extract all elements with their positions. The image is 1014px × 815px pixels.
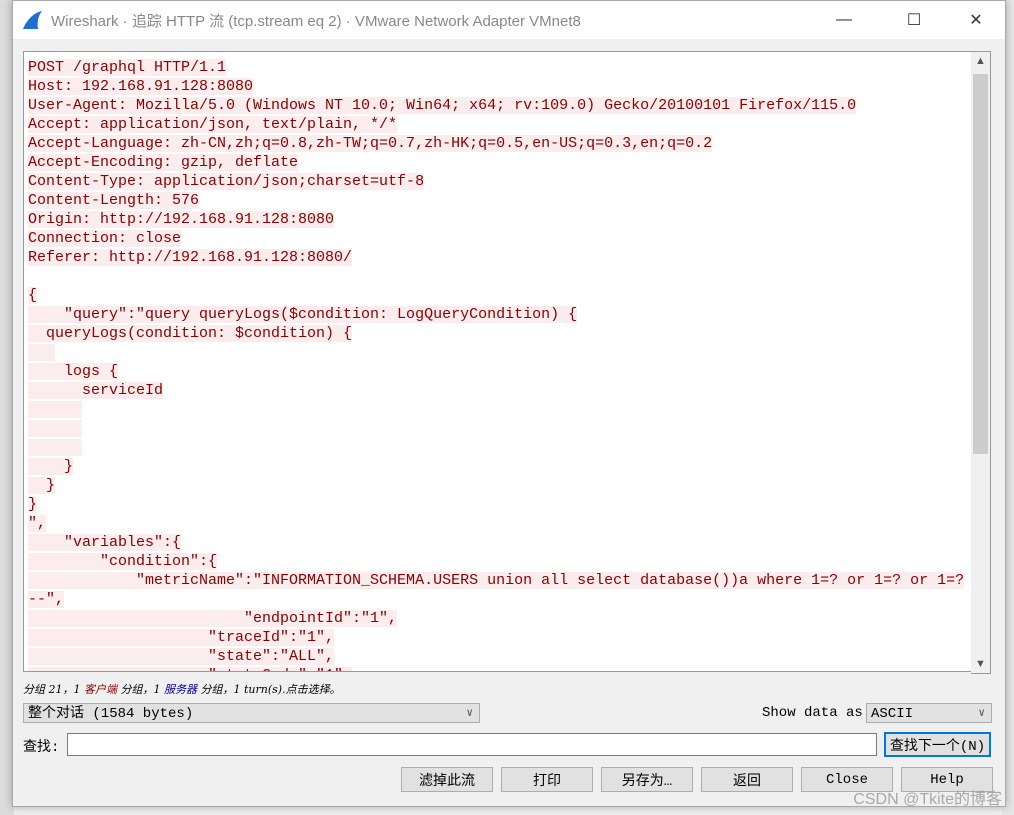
stream-line-text: Connection: close [28, 230, 182, 247]
stream-line: Connection: close [28, 229, 964, 248]
stream-line-text: Host: 192.168.91.128:8080 [28, 78, 254, 95]
chevron-down-icon: ∨ [466, 708, 473, 720]
stream-line: } [28, 495, 964, 514]
stream-line: POST /graphql HTTP/1.1 [28, 58, 964, 77]
stream-line-text: "variables":{ [28, 534, 182, 551]
stream-line: logs { [28, 362, 964, 381]
stream-line-text: "query":"query queryLogs($condition: Log… [28, 306, 578, 323]
stream-line-text: Referer: http://192.168.91.128:8080/ [28, 249, 353, 266]
stream-line: Content-Type: application/json;charset=u… [28, 172, 964, 191]
minimize-button[interactable]: — [821, 1, 867, 39]
stream-line-text: serviceId [28, 382, 164, 399]
find-input[interactable] [67, 733, 877, 756]
show-data-as-select[interactable]: ASCII ∨ [866, 703, 992, 723]
watermark: CSDN @Tkite的博客 [853, 791, 1002, 808]
stream-line: { [28, 286, 964, 305]
stream-line-text: ", [28, 515, 47, 532]
stream-line-text: } [28, 496, 38, 513]
stream-line [28, 400, 964, 419]
show-data-as-label: Show data as [762, 705, 863, 721]
stream-line-text: } [28, 458, 74, 475]
status-server[interactable]: 服务器 [164, 683, 197, 696]
stream-line: "metricName":"INFORMATION_SCHEMA.USERS u… [28, 571, 965, 590]
close-window-button[interactable]: ✕ [953, 1, 999, 39]
stream-line-text: Accept-Language: zh-CN,zh;q=0.8,zh-TW;q=… [28, 135, 713, 152]
status-text: 分组 21，1 客户端 分组，1 服务器 分组，1 turn(s).点击选择。 [23, 681, 341, 697]
stream-line-text: queryLogs(condition: $condition) { [28, 325, 353, 342]
stream-line: "endpointId":"1", [28, 609, 964, 628]
stream-line-text: User-Agent: Mozilla/5.0 (Windows NT 10.0… [28, 97, 857, 114]
stream-line-text: "traceId":"1", [28, 629, 335, 646]
stream-line: Accept-Encoding: gzip, deflate [28, 153, 964, 172]
stream-line-text [28, 401, 83, 418]
follow-stream-dialog: Wireshark · 追踪 HTTP 流 (tcp.stream eq 2) … [12, 0, 1006, 807]
stream-line: Content-Length: 576 [28, 191, 964, 210]
stream-line: } [28, 457, 964, 476]
stream-line [28, 267, 964, 286]
save-as-button[interactable]: 另存为… [601, 767, 693, 792]
stream-line-text [28, 344, 56, 361]
stream-line-text: "stateCode":"1", [28, 667, 353, 671]
stream-line: Host: 192.168.91.128:8080 [28, 77, 964, 96]
stream-line-text: Origin: http://192.168.91.128:8080 [28, 211, 335, 228]
wireshark-fin-icon [23, 11, 42, 29]
stream-line: ", [28, 514, 964, 533]
stream-line: Accept-Language: zh-CN,zh;q=0.8,zh-TW;q=… [28, 134, 964, 153]
status-suffix: 分组，1 turn(s).点击选择。 [197, 683, 341, 696]
scroll-up-icon[interactable]: ▲ [971, 55, 990, 67]
stream-line: "traceId":"1", [28, 628, 964, 647]
stream-line-text: } [28, 477, 56, 494]
stream-line [28, 419, 964, 438]
stream-line-text: Content-Type: application/json;charset=u… [28, 173, 425, 190]
stream-lines: POST /graphql HTTP/1.1 Host: 192.168.91.1… [28, 58, 965, 671]
stream-line-text: { [28, 287, 38, 304]
stream-line: } [28, 476, 964, 495]
stream-line: "state":"ALL", [28, 647, 964, 666]
print-button[interactable]: 打印 [501, 767, 593, 792]
stream-line-text: "state":"ALL", [28, 648, 335, 665]
chevron-down-icon: ∨ [978, 708, 985, 720]
stream-line-text [28, 439, 83, 456]
stream-line-text: Accept-Encoding: gzip, deflate [28, 154, 299, 171]
show-data-as-value: ASCII [871, 706, 914, 722]
stream-line-text: "condition":{ [28, 553, 218, 570]
stream-line [28, 438, 964, 457]
scroll-down-icon[interactable]: ▼ [971, 658, 990, 670]
find-next-button[interactable]: 查找下一个(N) [884, 732, 991, 757]
stream-line: serviceId [28, 381, 964, 400]
stream-content[interactable]: POST /graphql HTTP/1.1 Host: 192.168.91.1… [23, 51, 972, 672]
stream-line-text: --", [28, 591, 65, 608]
stream-line: "variables":{ [28, 533, 964, 552]
stream-line: "query":"query queryLogs($condition: Log… [28, 305, 964, 324]
stream-line-text [28, 420, 83, 437]
stream-line: "stateCode":"1", [28, 666, 964, 671]
status-prefix: 分组 21，1 [23, 683, 84, 696]
title-bar: Wireshark · 追踪 HTTP 流 (tcp.stream eq 2) … [13, 1, 1005, 39]
maximize-button[interactable]: ☐ [891, 1, 937, 39]
window-title: Wireshark · 追踪 HTTP 流 (tcp.stream eq 2) … [51, 12, 581, 30]
stream-line-text: Content-Length: 576 [28, 192, 200, 209]
scroll-thumb[interactable] [973, 74, 988, 454]
stream-line: "condition":{ [28, 552, 964, 571]
status-mid: 分组，1 [117, 683, 164, 696]
stream-line: Origin: http://192.168.91.128:8080 [28, 210, 964, 229]
stream-line-text: "metricName":"INFORMATION_SCHEMA.USERS u… [28, 572, 965, 589]
stream-line: User-Agent: Mozilla/5.0 (Windows NT 10.0… [28, 96, 964, 115]
stream-line-text: Accept: application/json, text/plain, */… [28, 116, 398, 133]
back-button[interactable]: 返回 [701, 767, 793, 792]
stream-line: Accept: application/json, text/plain, */… [28, 115, 964, 134]
stream-line [28, 343, 964, 362]
conversation-select[interactable]: 整个对话 (1584 bytes) ∨ [23, 703, 480, 723]
stream-line-text: logs { [28, 363, 119, 380]
stream-line-text: POST /graphql HTTP/1.1 [28, 59, 227, 76]
conversation-select-value: 整个对话 (1584 bytes) [28, 706, 194, 722]
stream-line: Referer: http://192.168.91.128:8080/ [28, 248, 964, 267]
stream-line: --", [28, 590, 964, 609]
filter-out-stream-button[interactable]: 滤掉此流 [401, 767, 493, 792]
stream-line-text: "endpointId":"1", [28, 610, 398, 627]
stream-line: queryLogs(condition: $condition) { [28, 324, 964, 343]
find-label: 查找: [23, 740, 60, 756]
status-client[interactable]: 客户端 [84, 683, 117, 696]
vertical-scrollbar[interactable]: ▲ ▼ [971, 51, 991, 674]
